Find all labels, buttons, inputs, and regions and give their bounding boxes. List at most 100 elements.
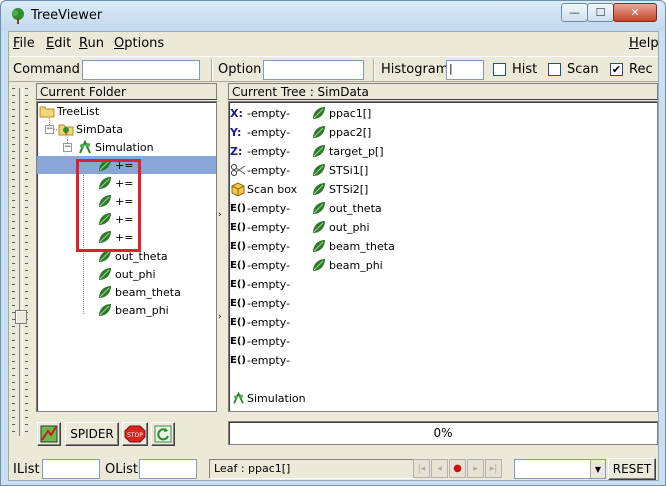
x-axis-icon: X: <box>230 106 243 120</box>
reset-button[interactable]: RESET <box>608 458 656 480</box>
vertical-slider[interactable] <box>9 84 31 444</box>
tree-item-label: out_phi <box>115 267 156 281</box>
tree-item-treelist[interactable]: TreeList <box>39 102 99 120</box>
splitter-arrow-icon[interactable]: › <box>218 210 222 220</box>
maximize-button[interactable]: ☐ <box>587 3 614 22</box>
tree-item-label: beam_theta <box>115 285 181 299</box>
leaf-item-target-p[interactable]: target_p[] <box>311 142 384 160</box>
command-label: Command <box>13 62 80 77</box>
next-record-button[interactable]: ▸ <box>467 459 484 478</box>
option-input[interactable] <box>263 60 364 80</box>
expression-item[interactable]: E() -empty- <box>230 199 290 217</box>
dropdown-arrow-icon[interactable]: ▼ <box>590 460 605 478</box>
leaf-icon <box>313 259 325 271</box>
leaf-item-beam-phi[interactable]: beam_phi <box>311 256 383 274</box>
menu-help[interactable]: Help <box>629 36 659 51</box>
first-record-button[interactable]: |◂ <box>413 459 430 478</box>
rec-label: Rec <box>629 62 653 77</box>
status-bar: IList OList Leaf : ppac1[] |◂ ◂ ● ▸ ▸| ▼… <box>9 456 658 482</box>
expression-item[interactable]: E() -empty- <box>230 275 290 293</box>
leaf-icon <box>99 304 111 316</box>
tree-item-beam-phi[interactable]: beam_phi <box>97 301 169 319</box>
expression-item[interactable]: E() -empty- <box>230 218 290 236</box>
hist-checkbox[interactable] <box>493 63 506 76</box>
leaf-item-ppac2[interactable]: ppac2[] <box>311 123 371 141</box>
current-tree-list[interactable] <box>228 101 658 412</box>
item-label: -empty- <box>247 239 291 253</box>
close-button[interactable]: ✕ <box>613 3 657 22</box>
treeviewer-window: TreeViewer — ☐ ✕ File Edit Run Options H… <box>0 0 666 486</box>
tree-item-simulation[interactable]: Simulation <box>77 138 154 156</box>
menu-bar: File Edit Run Options Help <box>9 32 659 54</box>
item-label: -empty- <box>247 277 291 291</box>
scissors-icon <box>231 164 246 176</box>
cut-item[interactable]: -empty- <box>230 161 290 179</box>
item-label: -empty- <box>247 296 291 310</box>
item-label: beam_theta <box>329 239 395 253</box>
tree-item-simdata[interactable]: SimData <box>58 120 123 138</box>
tree-item-label: Simulation <box>95 140 154 154</box>
expression-item[interactable]: E() -empty- <box>230 294 290 312</box>
leaf-icon <box>99 268 111 280</box>
menu-options[interactable]: Options <box>114 36 164 51</box>
leaf-icon <box>313 240 325 252</box>
expression-icon: E() <box>230 278 246 290</box>
item-label: beam_phi <box>329 258 383 272</box>
minimize-button[interactable]: — <box>561 3 588 22</box>
menu-run[interactable]: Run <box>79 36 104 51</box>
y-var-item[interactable]: Y: -empty- <box>230 123 290 141</box>
refresh-button[interactable] <box>151 422 175 446</box>
expander-simdata[interactable]: − <box>45 125 54 134</box>
simulation-icon <box>233 391 244 404</box>
x-var-item[interactable]: X: -empty- <box>230 104 290 122</box>
scan-checkbox[interactable] <box>548 63 561 76</box>
tree-item-out-phi[interactable]: out_phi <box>97 265 156 283</box>
command-input[interactable] <box>82 60 200 80</box>
item-label: -empty- <box>247 144 291 158</box>
item-label: -empty- <box>247 353 291 367</box>
simulation-icon <box>79 139 91 154</box>
previous-record-button[interactable]: ◂ <box>431 459 448 478</box>
title-bar[interactable]: TreeViewer — ☐ ✕ <box>1 1 665 31</box>
leaf-combo[interactable]: ▼ <box>514 459 606 479</box>
z-var-item[interactable]: Z: -empty- <box>230 142 290 160</box>
item-label: -empty- <box>247 106 291 120</box>
expression-item[interactable]: E() -empty- <box>230 332 290 350</box>
expression-item[interactable]: E() -empty- <box>230 313 290 331</box>
leaf-item-out-theta[interactable]: out_theta <box>311 199 382 217</box>
menu-file[interactable]: File <box>13 36 35 51</box>
expression-item[interactable]: E() -empty- <box>230 237 290 255</box>
expression-icon: E() <box>230 297 246 309</box>
stop-icon: STOP <box>124 425 146 443</box>
record-button[interactable]: ● <box>449 459 466 478</box>
leaf-item-ppac1[interactable]: ppac1[] <box>311 104 371 122</box>
last-record-button[interactable]: ▸| <box>485 459 502 478</box>
leaf-item-beam-theta[interactable]: beam_theta <box>311 237 395 255</box>
progress-bar: 0% <box>228 421 658 445</box>
rec-checkbox[interactable]: ✔ <box>610 63 623 76</box>
item-label: -empty- <box>247 163 291 177</box>
expander-simulation[interactable]: − <box>63 143 72 152</box>
leaf-item-out-phi[interactable]: out_phi <box>311 218 370 236</box>
scan-box-item[interactable]: Scan box <box>230 180 297 198</box>
simulation-item[interactable]: Simulation <box>230 389 306 407</box>
stop-button[interactable]: STOP <box>122 422 148 446</box>
expression-item[interactable]: E() -empty- <box>230 351 290 369</box>
leaf-icon <box>313 145 325 157</box>
spider-button[interactable]: SPIDER <box>65 422 119 446</box>
tree-item-beam-theta[interactable]: beam_theta <box>97 283 181 301</box>
slider-track <box>19 88 23 436</box>
leaf-item-stsi1[interactable]: STSi1[] <box>311 161 368 179</box>
ilist-input[interactable] <box>42 459 100 479</box>
item-label: STSi2[] <box>329 182 369 196</box>
expression-item[interactable]: E() -empty- <box>230 256 290 274</box>
splitter-arrow-icon[interactable]: › <box>218 312 222 322</box>
leaf-status-text: Leaf : ppac1[] <box>209 459 415 479</box>
toolbar-separator <box>373 59 375 81</box>
slider-thumb[interactable] <box>15 310 27 324</box>
draw-histogram-button[interactable] <box>37 422 61 446</box>
histogram-input[interactable]: | <box>446 60 484 80</box>
olist-input[interactable] <box>139 459 197 479</box>
menu-edit[interactable]: Edit <box>46 36 71 51</box>
leaf-item-stsi2[interactable]: STSi2[] <box>311 180 368 198</box>
